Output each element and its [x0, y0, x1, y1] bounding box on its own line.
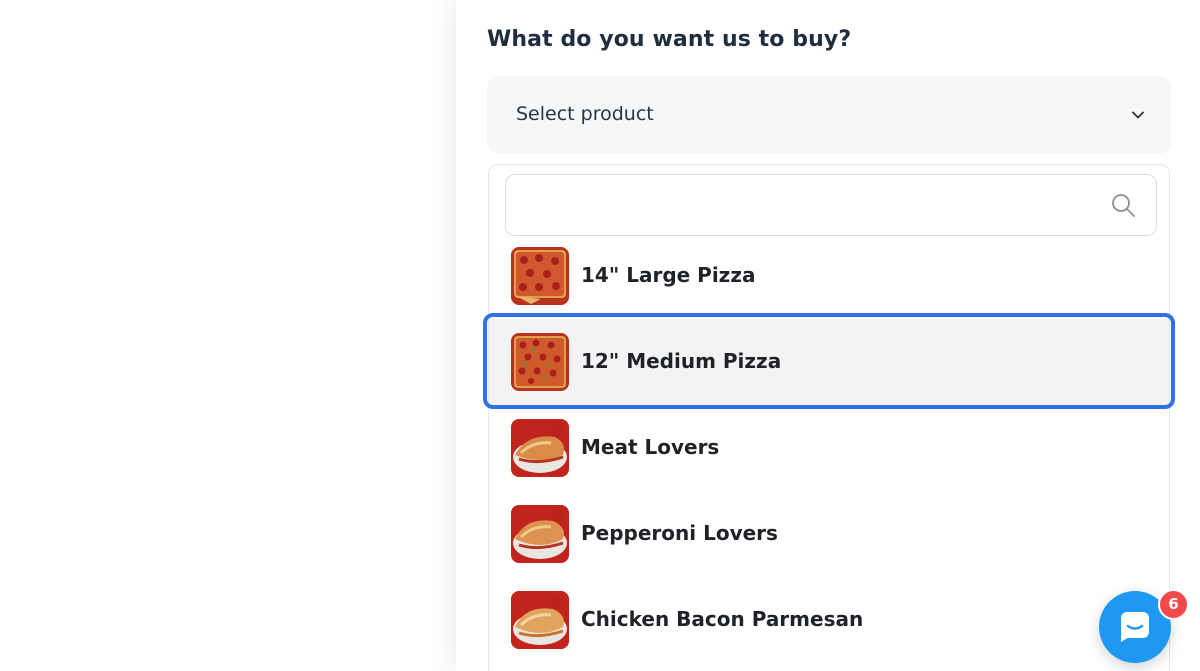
search-icon[interactable]	[1110, 192, 1136, 218]
product-select[interactable]: Select product	[487, 76, 1171, 154]
calzone-image	[511, 505, 569, 563]
product-form-panel: What do you want us to buy? Select produ…	[456, 0, 1200, 671]
form-question: What do you want us to buy?	[487, 27, 852, 52]
product-option-label: Chicken Bacon Parmesan	[581, 607, 864, 631]
product-dropdown: 14" Large Pizza 12" Medium Pizza Meat Lo…	[488, 164, 1170, 671]
product-option-label: Pepperoni Lovers	[581, 521, 778, 545]
notification-badge: 6	[1158, 589, 1189, 620]
product-select-placeholder: Select product	[516, 103, 654, 125]
product-option-label: 12" Medium Pizza	[581, 349, 782, 373]
left-panel	[0, 0, 456, 671]
product-option[interactable]: Chicken Bacon Parmesan	[489, 577, 1169, 663]
product-option-label: Meat Lovers	[581, 435, 720, 459]
product-option[interactable]: 14" Large Pizza	[489, 233, 1169, 319]
product-search-box[interactable]	[505, 174, 1157, 236]
product-option[interactable]: Meat Lovers	[489, 405, 1169, 491]
product-option[interactable]: Pepperoni Lovers	[489, 491, 1169, 577]
product-option-highlighted[interactable]: 12" Medium Pizza	[489, 319, 1169, 405]
product-search-input[interactable]	[518, 185, 1102, 227]
calzone-image	[511, 419, 569, 477]
pizza-square-image	[511, 247, 569, 305]
pizza-square-image	[511, 333, 569, 391]
calzone-image	[511, 591, 569, 649]
product-option-label: 14" Large Pizza	[581, 263, 756, 287]
page: What do you want us to buy? Select produ…	[0, 0, 1200, 671]
chevron-down-icon	[1132, 111, 1144, 119]
chat-icon	[1121, 612, 1149, 642]
